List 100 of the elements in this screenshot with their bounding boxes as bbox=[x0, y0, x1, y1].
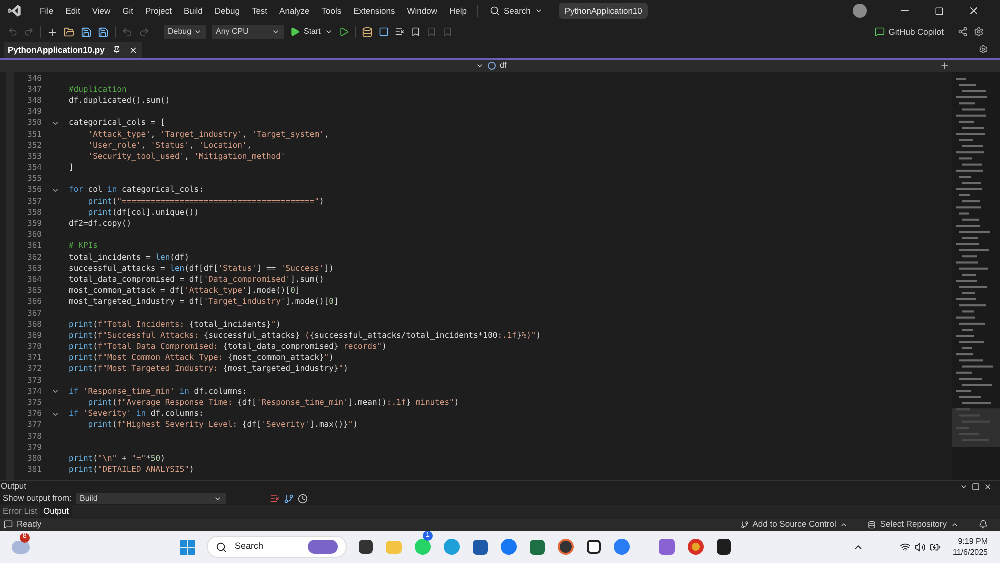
restore-icon[interactable] bbox=[935, 6, 944, 16]
code-line: df2=df.copy() bbox=[69, 220, 132, 228]
copilot-button[interactable]: GitHub Copilot bbox=[874, 26, 944, 38]
wifi-icon[interactable] bbox=[900, 542, 911, 552]
settings-icon[interactable] bbox=[979, 45, 988, 54]
menu-item[interactable]: Project bbox=[140, 4, 178, 18]
new-item-icon[interactable] bbox=[47, 26, 58, 38]
battery-icon[interactable] bbox=[930, 542, 941, 552]
clock-time: 9:19 PM bbox=[958, 536, 988, 547]
line-number: 379 bbox=[26, 444, 42, 452]
file-tab[interactable]: PythonApplication10.py bbox=[4, 42, 142, 58]
code-line: print(df[col].unique()) bbox=[87, 208, 200, 217]
line-number: 364 bbox=[26, 276, 42, 284]
close-icon[interactable] bbox=[128, 46, 138, 54]
code-line: most_common_attack = df['Attack_type'].mode()[0] bbox=[69, 287, 300, 296]
configuration-dropdown[interactable]: Debug bbox=[164, 25, 206, 39]
close-icon[interactable] bbox=[984, 482, 992, 490]
menu-item[interactable]: Extensions bbox=[348, 4, 402, 18]
save-all-icon[interactable] bbox=[98, 26, 109, 38]
menu-item[interactable]: Git bbox=[116, 4, 140, 18]
source-control-button[interactable]: Add to Source Control bbox=[740, 518, 848, 531]
platform-dropdown[interactable]: Any CPU bbox=[212, 25, 284, 39]
line-number: 346 bbox=[26, 74, 42, 83]
list-icon[interactable] bbox=[394, 27, 405, 37]
line-number: 371 bbox=[26, 354, 42, 362]
panel-tab[interactable]: Error List bbox=[0, 505, 40, 517]
output-source-dropdown[interactable]: Build bbox=[76, 493, 226, 504]
line-number: 376 bbox=[26, 410, 42, 418]
line-number: 349 bbox=[26, 108, 42, 116]
split-icon[interactable] bbox=[940, 61, 950, 71]
line-number: 361 bbox=[26, 242, 42, 250]
clock-icon[interactable] bbox=[298, 494, 308, 504]
message-icon bbox=[4, 520, 13, 529]
bookmark-icon[interactable] bbox=[410, 27, 421, 37]
line-number: 348 bbox=[26, 96, 42, 105]
panel-tab[interactable]: Output bbox=[40, 505, 72, 517]
code-line: successful_attacks = len(df[df['Status'] == 'Success']) bbox=[69, 264, 334, 273]
caret-icon bbox=[272, 28, 280, 36]
code-line: 'Security_tool_used', 'Mitigation_method' bbox=[87, 152, 286, 161]
menu-item[interactable]: Analyze bbox=[274, 4, 316, 18]
code-line: total_incidents = len(df) bbox=[69, 254, 190, 262]
menu-item[interactable]: Test bbox=[246, 4, 274, 18]
search-button[interactable]: Search bbox=[482, 4, 551, 18]
volume-icon[interactable] bbox=[915, 542, 926, 552]
line-number: 350 bbox=[26, 119, 42, 128]
save-icon[interactable] bbox=[81, 26, 92, 38]
line-number: 356 bbox=[26, 186, 42, 194]
menu-item[interactable]: Tools bbox=[316, 4, 348, 18]
line-number: 360 bbox=[26, 231, 42, 240]
repository-button[interactable]: Select Repository bbox=[868, 518, 959, 531]
menu-item[interactable]: Build bbox=[178, 4, 209, 18]
code-line: if 'Severity' in df.columns: bbox=[69, 410, 204, 418]
solution-name: PythonApplication10 bbox=[558, 2, 648, 20]
code-line: total_data_compromised = df['Data_compromised'].sum() bbox=[69, 276, 324, 284]
menu-item[interactable]: Help bbox=[443, 4, 473, 18]
code-line: 'User_role', 'Status', 'Location', bbox=[87, 142, 252, 150]
code-line: print(f"Average Response Time: {df['Response_time_min'].mean():.1f} minutes") bbox=[87, 399, 460, 408]
code-line: #duplication bbox=[69, 86, 127, 94]
menu-item[interactable]: Window bbox=[401, 4, 444, 18]
code-line: print(f"Total Incidents: {total_incidents}") bbox=[69, 320, 281, 329]
line-number: 353 bbox=[26, 152, 42, 161]
line-number: 373 bbox=[26, 376, 42, 385]
maximize-icon[interactable] bbox=[972, 482, 980, 490]
menu-item[interactable]: Debug bbox=[208, 4, 246, 18]
line-number: 381 bbox=[26, 466, 42, 474]
code-line: 'Attack_type', 'Target_industry', 'Target_system', bbox=[87, 130, 330, 139]
repository-icon bbox=[868, 520, 876, 528]
notification-icon[interactable] bbox=[979, 520, 988, 529]
clock-date: 11/6/2025 bbox=[953, 547, 988, 558]
app-logo-icon bbox=[8, 4, 22, 18]
output-source-label: Show output from: bbox=[3, 492, 72, 505]
taskbar-search-field[interactable]: Search bbox=[207, 536, 347, 558]
code-line: print(f"Highest Severity Level: {df['Severity'].max()}") bbox=[87, 421, 358, 430]
status-text: Ready bbox=[17, 518, 42, 531]
menu-item[interactable]: File bbox=[34, 4, 60, 18]
line-number: 370 bbox=[26, 343, 42, 352]
branch-icon bbox=[740, 520, 749, 528]
account-avatar[interactable] bbox=[853, 4, 867, 18]
window-icon[interactable] bbox=[378, 27, 389, 37]
line-number: 380 bbox=[26, 454, 42, 463]
share-icon[interactable] bbox=[958, 27, 968, 37]
start-menu-icon[interactable] bbox=[180, 540, 195, 554]
line-number: 357 bbox=[26, 198, 42, 206]
line-number: 355 bbox=[26, 175, 42, 184]
line-number: 365 bbox=[26, 287, 42, 296]
menu-item[interactable]: Edit bbox=[60, 4, 86, 18]
caret-icon bbox=[324, 28, 333, 36]
code-line: for col in categorical_cols: bbox=[69, 186, 204, 194]
start-button[interactable]: Start bbox=[290, 26, 333, 38]
close-icon[interactable] bbox=[968, 5, 980, 17]
line-number: 366 bbox=[26, 298, 42, 306]
database-icon[interactable] bbox=[362, 26, 373, 38]
caret-icon bbox=[534, 7, 543, 15]
menu-item[interactable]: View bbox=[86, 4, 117, 18]
copilot-icon bbox=[874, 27, 885, 37]
caret-icon bbox=[194, 28, 202, 36]
code-line: print("========================================") bbox=[87, 198, 324, 206]
clear-all-icon[interactable] bbox=[270, 494, 280, 504]
line-number: 374 bbox=[26, 388, 42, 396]
pin-icon[interactable] bbox=[112, 46, 121, 54]
